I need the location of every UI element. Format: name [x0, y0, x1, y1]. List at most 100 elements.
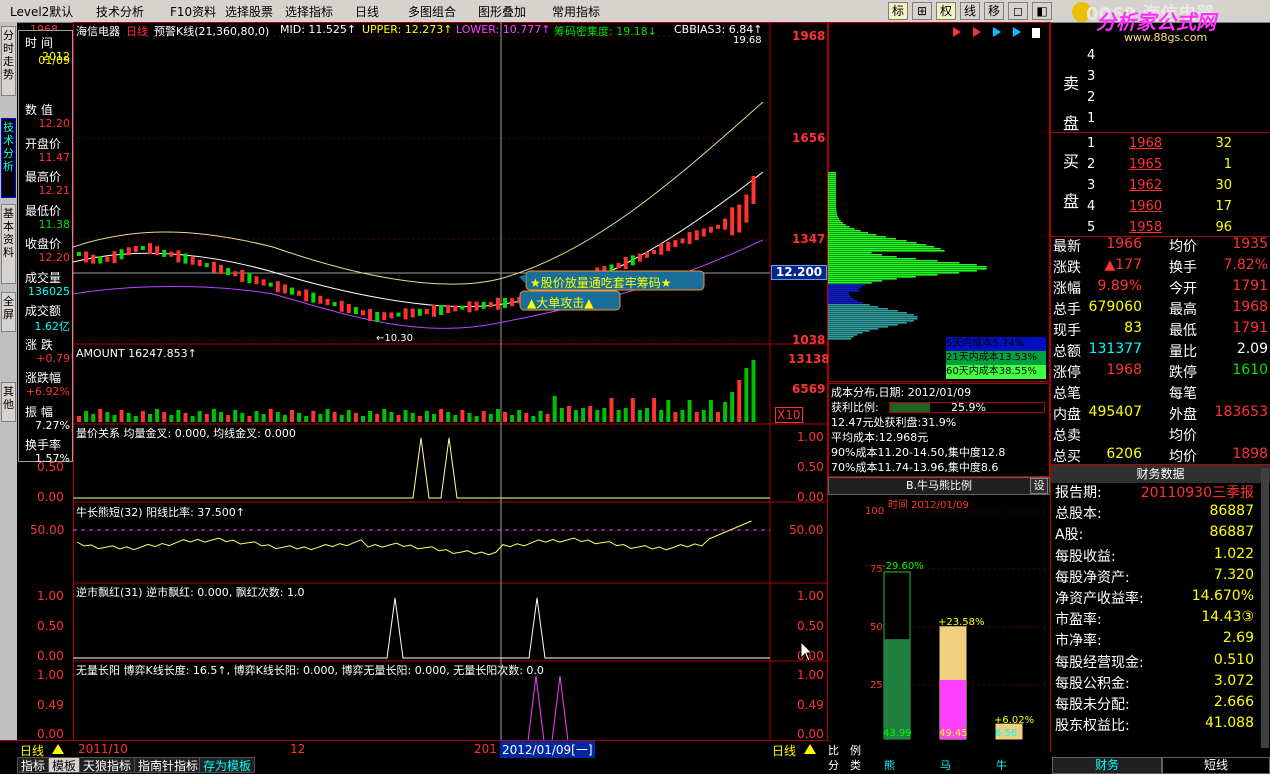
- main-chart[interactable]: [73, 22, 828, 752]
- red-right-1: 1.00: [797, 589, 824, 603]
- amount-bar: [268, 409, 273, 422]
- cost-bar: [828, 286, 862, 288]
- candle: [623, 257, 628, 270]
- bb-scale-100: 100: [865, 506, 885, 517]
- candle: [126, 247, 131, 256]
- cost-legend: 5天内成本5.74% 21天内成本13.53% 60天内成本38.55%: [946, 337, 1046, 379]
- buy-price[interactable]: 1960: [1129, 199, 1162, 214]
- finance-table: 报告期: 20110930三季报 总股本: 86887 A股: 86887 每股收益: 1.0…: [1051, 482, 1270, 756]
- tab-technical[interactable]: 技术分析: [1, 118, 16, 198]
- finance-value: 7.320: [1213, 566, 1254, 583]
- buy-price[interactable]: 1968: [1129, 136, 1162, 151]
- quote-label: 总卖: [1053, 428, 1081, 444]
- cost-bar: [828, 266, 987, 268]
- finance-label: 每股收益:: [1055, 548, 1116, 565]
- menu-select-stock[interactable]: 选择股票: [225, 3, 273, 20]
- amount-bar: [169, 415, 174, 422]
- line-button[interactable]: 线: [960, 2, 980, 20]
- cost-line-3: 90%成本11.20-14.50,集中度12.8: [831, 446, 1006, 459]
- bull-right-1: 50.00: [789, 523, 824, 537]
- amount-bar: [581, 408, 586, 422]
- quote-value-2: 1610: [1232, 362, 1268, 378]
- cost-bar: [828, 174, 836, 176]
- menu-overlay[interactable]: 图形叠加: [478, 3, 526, 20]
- cost-bar: [828, 230, 861, 232]
- dw-label: 换手率: [25, 438, 62, 452]
- buy-volume: 96: [1215, 220, 1232, 235]
- tab-compass[interactable]: 指南针指标: [134, 757, 203, 773]
- buy-price[interactable]: 1958: [1129, 220, 1162, 235]
- cost-bar: [828, 202, 837, 204]
- candle: [666, 241, 671, 251]
- dw-label: 成交额: [25, 304, 62, 318]
- amount-bar: [538, 411, 543, 422]
- tab-tianlang[interactable]: 天狼指标: [79, 757, 136, 773]
- cost-bar: [828, 330, 870, 332]
- amount-bar: [133, 416, 138, 422]
- tab-short[interactable]: 短线: [1162, 757, 1270, 774]
- amount-bar: [190, 416, 195, 422]
- period-arrow-icon[interactable]: [52, 744, 64, 754]
- tab-intraday[interactable]: 分时走势: [1, 26, 16, 96]
- tab-other[interactable]: 其他: [1, 382, 16, 422]
- mark-button[interactable]: 标: [888, 2, 908, 20]
- candle: [723, 218, 728, 230]
- tab-fullscreen[interactable]: 全屏: [1, 292, 16, 332]
- cost-bar: [828, 224, 846, 226]
- candle: [432, 304, 436, 317]
- cost-bar: [828, 258, 916, 260]
- period-label-right[interactable]: 日线: [772, 742, 796, 759]
- cost-bar: [828, 244, 927, 246]
- window-button[interactable]: ◻: [1008, 2, 1028, 20]
- menu-select-indicator[interactable]: 选择指标: [285, 3, 333, 20]
- menu-multi-chart[interactable]: 多图组合: [408, 3, 456, 20]
- panel-button[interactable]: ◧: [1032, 2, 1052, 20]
- menu-period[interactable]: 日线: [355, 3, 379, 20]
- amount-bar: [574, 410, 578, 422]
- amount-bar: [304, 416, 309, 422]
- quote-table: 最新 1966 均价 1935 涨跌 ▲177 换手 7.82% 涨幅 9.89% 今开 1791 总手…: [1051, 236, 1270, 465]
- cost-bar: [828, 268, 987, 270]
- grid-button[interactable]: ⊞: [912, 2, 932, 20]
- tab-save-template[interactable]: 存为模板: [199, 757, 256, 773]
- finance-scrollbar[interactable]: [1261, 468, 1269, 748]
- settings-button[interactable]: 设: [1030, 478, 1048, 494]
- buy-price[interactable]: 1965: [1129, 157, 1162, 172]
- menu-f10[interactable]: F10资料: [170, 3, 216, 20]
- dw-label: 涨跌幅: [25, 371, 62, 385]
- amount-bar: [701, 410, 706, 422]
- amount-bar: [368, 411, 373, 422]
- tab-template[interactable]: 模板: [48, 757, 81, 773]
- tab-finance[interactable]: 财务: [1052, 757, 1162, 774]
- tab-indicator[interactable]: 指标: [17, 757, 50, 773]
- cost-bar: [828, 322, 907, 324]
- rights-button[interactable]: 权: [936, 2, 956, 20]
- menu-common-indicator[interactable]: 常用指标: [552, 3, 600, 20]
- menu-layout[interactable]: Level2默认: [10, 3, 73, 20]
- amount-bar: [219, 412, 223, 422]
- cost-bar: [828, 298, 854, 300]
- finance-label: 报告期:: [1055, 485, 1102, 501]
- main-chart-header: 海信电器 日线 预警K线(21,360,80,0) MID: 11.525↑ U…: [76, 23, 836, 39]
- period-arrow-right-icon[interactable]: [804, 744, 816, 754]
- cost-bar: [828, 278, 897, 280]
- amount-bar: [467, 413, 472, 422]
- bottom-bar: 日线 2011/10 12 201 2012/01/09[一] 日线 指标 模板…: [0, 740, 1270, 774]
- cost-bar: [828, 232, 869, 234]
- indicator-name[interactable]: 预警K线(21,360,80,0): [154, 23, 269, 39]
- buy-price[interactable]: 1962: [1129, 178, 1162, 193]
- cost-bar: [828, 238, 897, 240]
- move-button[interactable]: 移: [984, 2, 1004, 20]
- lower-value: LOWER: 10.777↑: [456, 23, 551, 36]
- mouse-cursor-icon: [800, 641, 814, 662]
- candle: [673, 240, 678, 248]
- candle: [148, 243, 152, 255]
- amount-bar: [694, 412, 699, 422]
- cost-bar: [828, 252, 872, 254]
- cost-bar: [828, 220, 841, 222]
- x10-toggle[interactable]: X10: [775, 407, 803, 423]
- menu-tech-analysis[interactable]: 技术分析: [96, 3, 144, 20]
- tab-fundamental[interactable]: 基本资料: [1, 204, 16, 284]
- cost-bar: [828, 300, 858, 302]
- high-label: 19.68: [733, 35, 762, 46]
